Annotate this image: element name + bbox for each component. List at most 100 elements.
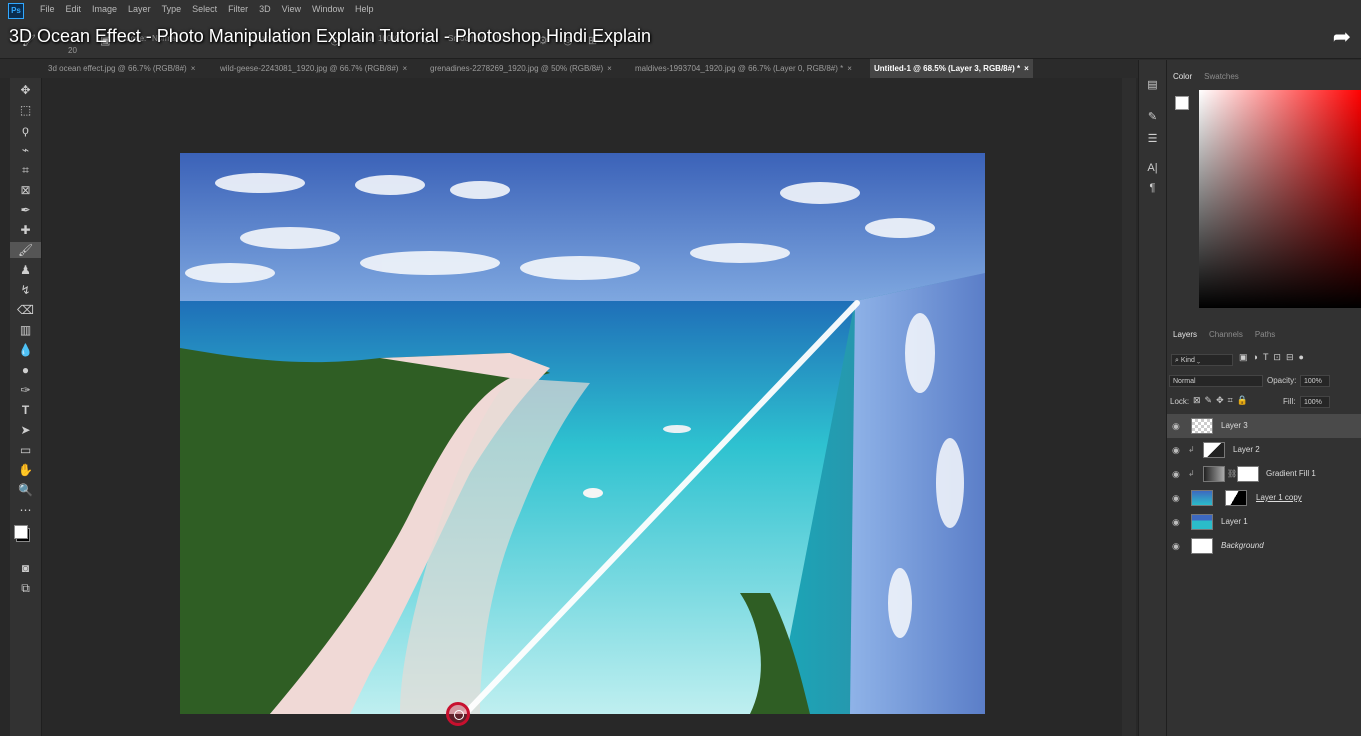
history-brush-tool-icon[interactable]: ↯ [10, 282, 41, 298]
foreground-background-color-icon[interactable] [10, 524, 41, 544]
panel-icon-strip: ▤ ✎ ☰ A| ¶ [1138, 60, 1166, 736]
healing-brush-tool-icon[interactable]: ✚ [10, 222, 41, 238]
layer-row-layer-1-copy[interactable]: ◉ Layer 1 copy [1167, 486, 1361, 510]
menu-layer[interactable]: Layer [128, 4, 151, 14]
layer-filter-kind-select[interactable]: ⌕ Kind ⌄ [1171, 354, 1233, 366]
layer-name: Layer 2 [1233, 445, 1260, 454]
tab-color[interactable]: Color [1173, 68, 1192, 86]
layer-mask-thumbnail[interactable] [1237, 466, 1259, 482]
layer-row-layer-2[interactable]: ◉ ↲ Layer 2 [1167, 438, 1361, 462]
tab-3d-ocean-effect[interactable]: 3d ocean effect.jpg @ 66.7% (RGB/8#) × [44, 59, 199, 78]
menu-view[interactable]: View [282, 4, 301, 14]
blend-mode-value: Normal [1173, 378, 1196, 385]
dodge-tool-icon[interactable]: ● [10, 362, 41, 378]
close-icon[interactable]: × [191, 64, 196, 73]
crop-tool-icon[interactable]: ⌗ [10, 162, 41, 178]
layer-row-background[interactable]: ◉ Background [1167, 534, 1361, 558]
type-tool-icon[interactable]: T [10, 402, 41, 418]
quick-mask-icon[interactable]: ◙ [10, 560, 41, 576]
eye-icon[interactable]: ◉ [1172, 510, 1180, 534]
layer-name: Layer 1 copy [1256, 493, 1302, 502]
menu-file[interactable]: File [40, 4, 55, 14]
more-tools-icon[interactable]: ⋯ [10, 502, 41, 518]
menu-3d[interactable]: 3D [259, 4, 271, 14]
tab-paths[interactable]: Paths [1255, 326, 1275, 344]
link-icon[interactable]: ⛓ [1227, 462, 1237, 486]
tab-wild-geese[interactable]: wild-geese-2243081_1920.jpg @ 66.7% (RGB… [216, 59, 411, 78]
gradient-tool-icon[interactable]: ▥ [10, 322, 41, 338]
eraser-tool-icon[interactable]: ⌫ [10, 302, 41, 318]
layers-panel-tabs: Layers Channels Paths [1167, 326, 1275, 344]
eye-icon[interactable]: ◉ [1172, 438, 1180, 462]
layer-thumbnail [1203, 442, 1225, 458]
tab-untitled-1[interactable]: Untitled-1 @ 68.5% (Layer 3, RGB/8#) * × [870, 59, 1033, 78]
close-icon[interactable]: × [847, 64, 852, 73]
document-canvas[interactable] [180, 153, 985, 714]
layer-name: Layer 1 [1221, 517, 1248, 526]
eye-icon[interactable]: ◉ [1172, 486, 1180, 510]
pen-tool-icon[interactable]: ✑ [10, 382, 41, 398]
tab-label: 3d ocean effect.jpg @ 66.7% (RGB/8#) [48, 64, 187, 73]
menu-help[interactable]: Help [355, 4, 374, 14]
tab-channels[interactable]: Channels [1209, 326, 1243, 344]
tools-panel: ✥ ⬚ ϙ ⌁ ⌗ ⊠ ✒ ✚ 🖌 ♟ ↯ ⌫ ▥ 💧 ● ✑ T ➤ ▭ ✋ … [10, 78, 42, 736]
layer-row-layer-3[interactable]: ◉ Layer 3 [1167, 414, 1361, 438]
blur-tool-icon[interactable]: 💧 [10, 342, 41, 358]
layer-thumbnail [1191, 490, 1213, 506]
zoom-tool-icon[interactable]: 🔍 [10, 482, 41, 498]
layer-row-layer-1[interactable]: ◉ Layer 1 [1167, 510, 1361, 534]
layer-thumbnail [1191, 418, 1213, 434]
eye-icon[interactable]: ◉ [1172, 534, 1180, 558]
close-icon[interactable]: × [402, 64, 407, 73]
menu-select[interactable]: Select [192, 4, 217, 14]
panel-scrollbar[interactable] [1122, 78, 1136, 736]
layer-filter-icons[interactable]: ▣◑T⊡⊟● [1239, 352, 1309, 363]
screen-mode-icon[interactable]: ⧉ [10, 580, 41, 596]
menu-bar: Ps File Edit Image Layer Type Select Fil… [0, 0, 1361, 20]
color-panel-tabs: Color Swatches [1167, 68, 1239, 86]
eye-icon[interactable]: ◉ [1172, 414, 1180, 438]
frame-tool-icon[interactable]: ⊠ [10, 182, 41, 198]
clone-stamp-tool-icon[interactable]: ♟ [10, 262, 41, 278]
hand-tool-icon[interactable]: ✋ [10, 462, 41, 478]
tab-maldives[interactable]: maldives-1993704_1920.jpg @ 66.7% (Layer… [631, 59, 856, 78]
tab-layers[interactable]: Layers [1173, 326, 1197, 344]
close-icon[interactable]: × [1024, 64, 1029, 73]
brush-tool-icon[interactable]: 🖌 [10, 242, 41, 258]
canvas-image [180, 153, 985, 714]
eyedropper-tool-icon[interactable]: ✒ [10, 202, 41, 218]
path-selection-tool-icon[interactable]: ➤ [10, 422, 41, 438]
eye-icon[interactable]: ◉ [1172, 462, 1180, 486]
menu-type[interactable]: Type [162, 4, 182, 14]
lasso-tool-icon[interactable]: ϙ [10, 122, 41, 138]
brush-presets-icon[interactable]: ✎ [1139, 110, 1166, 123]
character-icon[interactable]: A| [1139, 162, 1166, 174]
tab-label: grenadines-2278269_1920.jpg @ 50% (RGB/8… [430, 64, 604, 73]
color-picker-field[interactable] [1199, 90, 1361, 308]
tab-grenadines[interactable]: grenadines-2278269_1920.jpg @ 50% (RGB/8… [426, 59, 616, 78]
menu-filter[interactable]: Filter [228, 4, 248, 14]
foreground-color-swatch[interactable] [1175, 96, 1189, 110]
lock-icons[interactable]: ⊠✎✥⌗🔒 [1193, 395, 1252, 406]
layer-opacity-input[interactable]: 100% [1300, 375, 1330, 387]
lock-label: Lock: [1170, 397, 1190, 406]
menu-image[interactable]: Image [92, 4, 117, 14]
history-icon[interactable]: ▤ [1139, 78, 1166, 91]
layer-mask-thumbnail[interactable] [1225, 490, 1247, 506]
close-icon[interactable]: × [607, 64, 612, 73]
menu-window[interactable]: Window [312, 4, 344, 14]
move-tool-icon[interactable]: ✥ [10, 82, 41, 98]
layer-row-gradient-fill-1[interactable]: ◉ ↲ ⛓ Gradient Fill 1 [1167, 462, 1361, 486]
tab-swatches[interactable]: Swatches [1204, 68, 1239, 86]
brush-size[interactable]: 20 [68, 46, 77, 55]
layer-fill-input[interactable]: 100% [1300, 396, 1330, 408]
marquee-tool-icon[interactable]: ⬚ [10, 102, 41, 118]
paragraph-icon[interactable]: ¶ [1139, 182, 1166, 194]
rectangle-tool-icon[interactable]: ▭ [10, 442, 41, 458]
adjustments-icon[interactable]: ☰ [1139, 132, 1166, 145]
quick-select-tool-icon[interactable]: ⌁ [10, 142, 41, 158]
clipping-icon: ↲ [1188, 469, 1195, 478]
share-icon[interactable]: ➦ [1333, 24, 1351, 50]
menu-edit[interactable]: Edit [66, 4, 82, 14]
blend-mode-select[interactable]: Normal [1169, 375, 1263, 387]
